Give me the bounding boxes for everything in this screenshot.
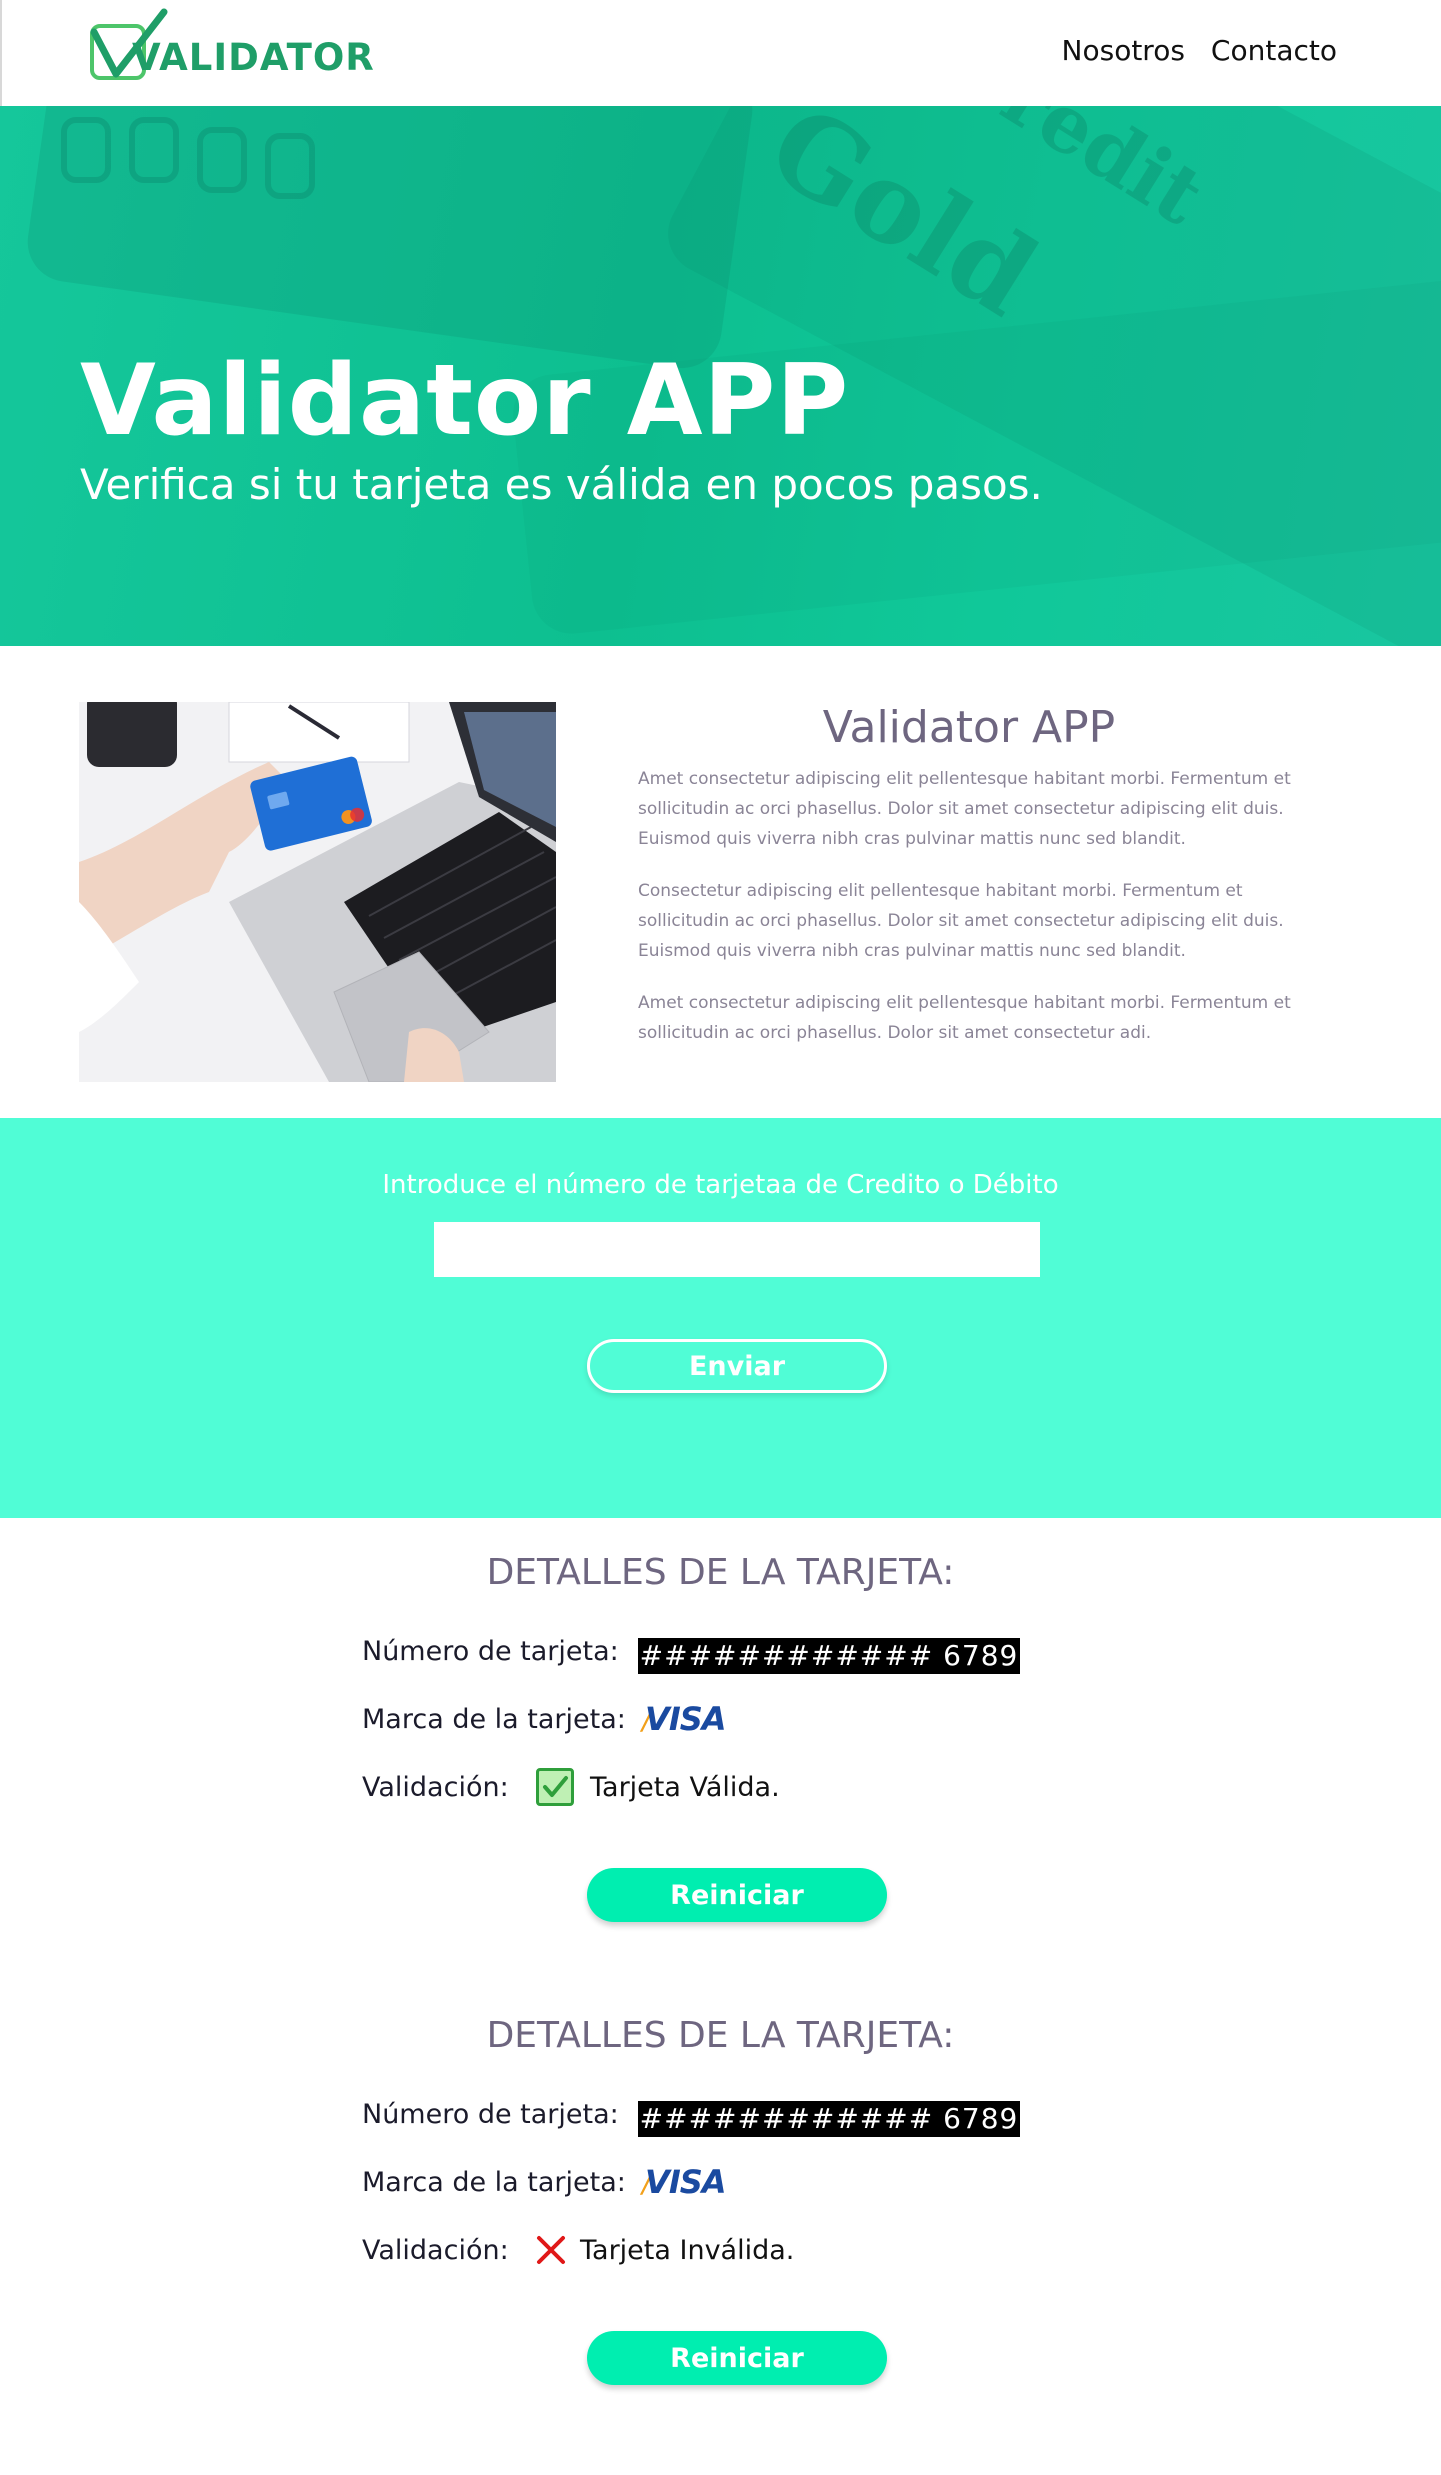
- site-header: VALIDATOR Nosotros Contacto: [0, 0, 1441, 106]
- card-number-input[interactable]: [434, 1222, 1040, 1277]
- card-details-invalid: DETALLES DE LA TARJETA: Número de tarjet…: [0, 2015, 1441, 2475]
- nav-link-contacto[interactable]: Contacto: [1211, 34, 1337, 67]
- validation-row-label: Validación:: [362, 2235, 509, 2266]
- card-brand-name: VISA: [645, 2163, 726, 2201]
- main-nav: Nosotros Contacto: [1062, 34, 1337, 67]
- card-number-row-label: Número de tarjeta:: [362, 2099, 619, 2130]
- visa-logo-icon: /VISA: [642, 1700, 727, 1738]
- card-brand-name: VISA: [645, 1700, 726, 1738]
- card-brand-row-label: Marca de la tarjeta:: [362, 1704, 626, 1735]
- card-details-title: DETALLES DE LA TARJETA:: [486, 1552, 955, 1593]
- card-number-label: Introduce el número de tarjetaa de Credi…: [382, 1170, 1059, 1200]
- reset-button[interactable]: Reiniciar: [587, 2331, 887, 2385]
- validation-status-invalid: Tarjeta Inválida.: [580, 2235, 795, 2266]
- card-details-valid: DETALLES DE LA TARJETA: Número de tarjet…: [0, 1552, 1441, 2012]
- reset-button[interactable]: Reiniciar: [587, 1868, 887, 1922]
- cross-mark-icon: [537, 2236, 565, 2264]
- nav-link-nosotros[interactable]: Nosotros: [1062, 34, 1185, 67]
- hero-chip-decoration: [61, 117, 315, 199]
- visa-logo-icon: /VISA: [642, 2163, 727, 2201]
- about-paragraph: Amet consectetur adipiscing elit pellent…: [638, 769, 1291, 849]
- validation-status-valid: Tarjeta Válida.: [590, 1772, 780, 1803]
- check-mark-icon: [536, 1768, 574, 1806]
- card-brand-row-label: Marca de la tarjeta:: [362, 2167, 626, 2198]
- masked-card-number: ############ 6789: [638, 2101, 1020, 2137]
- about-title: Validator APP: [822, 702, 1116, 753]
- card-details-title: DETALLES DE LA TARJETA:: [486, 2015, 955, 2056]
- validation-row-label: Validación:: [362, 1772, 509, 1803]
- credit-card-laptop-photo: [79, 702, 556, 1082]
- about-paragraph: Consectetur adipiscing elit pellentesque…: [638, 881, 1284, 961]
- logo-text: VALIDATOR: [132, 36, 375, 79]
- send-button[interactable]: Enviar: [587, 1339, 887, 1393]
- hero-subtitle: Verifica si tu tarjeta es válida en poco…: [80, 460, 1043, 509]
- about-paragraph: Amet consectetur adipiscing elit pellent…: [638, 993, 1291, 1043]
- hero-title: Validator APP: [80, 344, 850, 458]
- validator-logo[interactable]: VALIDATOR: [86, 8, 374, 84]
- masked-card-number: ############ 6789: [638, 1638, 1020, 1674]
- card-number-row-label: Número de tarjeta:: [362, 1636, 619, 1667]
